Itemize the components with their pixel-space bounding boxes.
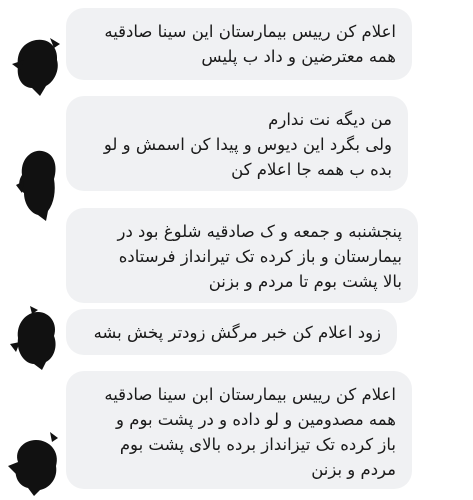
redacted-avatar-icon [16,150,56,221]
message-bubble[interactable]: من دیگه نت ندارم ولی بگرد این دیوس و پید… [66,96,408,191]
message-bubble[interactable]: پنجشنبه و جمعه و ک صادقیه شلوغ بود در بی… [66,208,418,303]
redacted-avatar-icon [12,38,60,96]
message-bubble[interactable]: اعلام کن رییس بیمارستان ابن سینا صادقیه … [66,371,412,489]
message-bubble[interactable]: اعلام کن رییس بیمارستان این سینا صادقیه … [66,8,412,80]
message-bubble[interactable]: زود اعلام کن خبر مرگش زودتر پخش بشه [66,309,397,355]
redacted-avatar-icon [8,432,58,496]
redacted-avatar-icon [10,306,56,370]
